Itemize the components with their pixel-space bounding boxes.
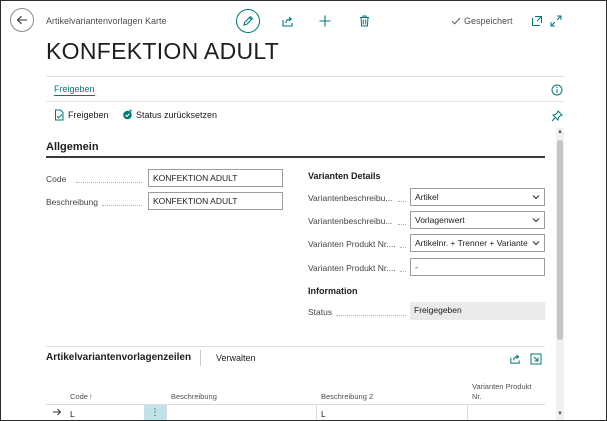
column-header-beschreibung[interactable]: Beschreibung	[171, 392, 217, 401]
delete-button[interactable]	[356, 13, 372, 29]
field-leader-dots	[102, 205, 142, 206]
scroll-up-icon[interactable]: ▲	[557, 129, 563, 135]
field-leader-dots	[398, 224, 406, 225]
pin-button[interactable]	[549, 108, 565, 124]
column-divider	[467, 405, 468, 420]
page-title: KONFEKTION ADULT	[46, 38, 280, 64]
arrow-left-icon	[16, 14, 28, 26]
expand-icon	[550, 15, 562, 27]
tab-freigeben[interactable]: Freigeben	[54, 84, 95, 96]
column-header-beschreibung-2[interactable]: Beschreibung 2	[321, 392, 373, 401]
variant-desc-2-label: Variantenbeschreibu...	[308, 216, 393, 226]
variant-details-heading: Varianten Details	[308, 171, 381, 181]
field-leader-dots	[398, 201, 406, 202]
variant-product-no-2-label: Varianten Produkt Nr....	[308, 263, 396, 273]
scroll-down-icon[interactable]: ▼	[557, 411, 563, 417]
variant-product-no-1-select[interactable]: Artikelnr. + Trenner + Variante	[410, 234, 545, 252]
variant-product-no-1-label: Varianten Produkt Nr....	[308, 239, 396, 249]
open-in-new-window-icon	[531, 15, 543, 27]
action-bar	[46, 76, 564, 102]
lines-share-button[interactable]	[507, 351, 523, 367]
variant-desc-1-label: Variantenbeschreibu...	[308, 193, 393, 203]
variant-desc-2-select[interactable]: Vorlagenwert	[410, 211, 545, 229]
variant-product-no-1-value: Artikelnr. + Trenner + Variante	[415, 238, 528, 248]
column-header-code-label: Code	[70, 392, 88, 401]
section-divider	[46, 156, 545, 158]
share-icon	[509, 353, 521, 365]
release-document-icon	[54, 109, 65, 121]
chevron-down-icon	[532, 217, 540, 223]
saved-status-text: Gespeichert	[464, 16, 513, 26]
back-button[interactable]	[10, 8, 34, 32]
breadcrumb: Artikelvariantenvorlagen Karte	[46, 16, 167, 26]
field-leader-dots	[76, 182, 142, 183]
beschreibung-field[interactable]: KONFEKTION ADULT	[148, 192, 283, 210]
field-leader-dots	[336, 315, 406, 316]
reopen-icon	[122, 109, 133, 120]
field-leader-dots	[400, 271, 406, 272]
scrollbar-thumb[interactable]	[557, 140, 563, 340]
variant-product-no-2-field[interactable]: -	[410, 258, 545, 276]
section-allgemein-title[interactable]: Allgemein	[46, 141, 99, 153]
status-value: Freigegeben	[410, 302, 545, 320]
open-new-window-button[interactable]	[529, 13, 545, 29]
expand-icon	[530, 353, 542, 365]
divider	[46, 101, 564, 102]
lines-expand-button[interactable]	[528, 351, 544, 367]
code-field[interactable]: KONFEKTION ADULT	[148, 169, 283, 187]
verwalten-menu[interactable]: Verwalten	[216, 353, 256, 363]
share-button[interactable]	[279, 13, 295, 29]
row-selected-arrow-icon	[52, 407, 62, 417]
trash-icon	[359, 15, 370, 27]
divider	[46, 346, 545, 347]
column-divider	[316, 405, 317, 420]
share-icon	[281, 15, 294, 28]
plus-icon	[319, 15, 331, 27]
divider	[200, 350, 201, 366]
lines-part-title[interactable]: Artikelvariantenvorlagenzeilen	[46, 352, 191, 363]
beschreibung-label: Beschreibung	[46, 197, 98, 207]
information-heading: Information	[308, 286, 358, 296]
chevron-down-icon	[532, 194, 540, 200]
field-leader-dots	[400, 247, 406, 248]
pencil-icon	[242, 15, 254, 27]
column-divider	[166, 405, 167, 420]
info-button[interactable]	[549, 82, 565, 98]
action-freigeben[interactable]: Freigeben	[54, 109, 109, 121]
sort-arrow-icon: ↑	[88, 392, 93, 401]
column-header-varianten-produkt-nr[interactable]: Varianten Produkt Nr.	[472, 382, 542, 402]
action-freigeben-label: Freigeben	[68, 110, 109, 120]
edit-button[interactable]	[236, 9, 260, 33]
more-options-icon: ⋮	[150, 407, 160, 417]
info-icon	[551, 84, 563, 96]
row-beschreibung-2-cell[interactable]: L	[321, 409, 326, 419]
new-button[interactable]	[317, 13, 333, 29]
expand-button[interactable]	[548, 13, 564, 29]
table-row[interactable]	[46, 405, 545, 420]
checkmark-icon	[451, 16, 461, 26]
status-label: Status	[308, 307, 333, 317]
pin-icon	[551, 110, 563, 122]
row-code-cell[interactable]: L	[70, 409, 75, 419]
variant-desc-1-value: Artikel	[415, 192, 439, 202]
saved-indicator: Gespeichert	[451, 16, 513, 26]
variant-desc-1-select[interactable]: Artikel	[410, 188, 545, 206]
column-header-code[interactable]: Code ↑	[70, 392, 93, 401]
variant-desc-2-value: Vorlagenwert	[415, 215, 465, 225]
code-label: Code	[46, 174, 67, 184]
chevron-down-icon	[532, 240, 540, 246]
row-menu-button[interactable]: ⋮	[144, 405, 166, 420]
action-status-zuruecksetzen-label: Status zurücksetzen	[136, 109, 218, 120]
action-status-zuruecksetzen[interactable]: Status zurücksetzen	[122, 109, 217, 120]
